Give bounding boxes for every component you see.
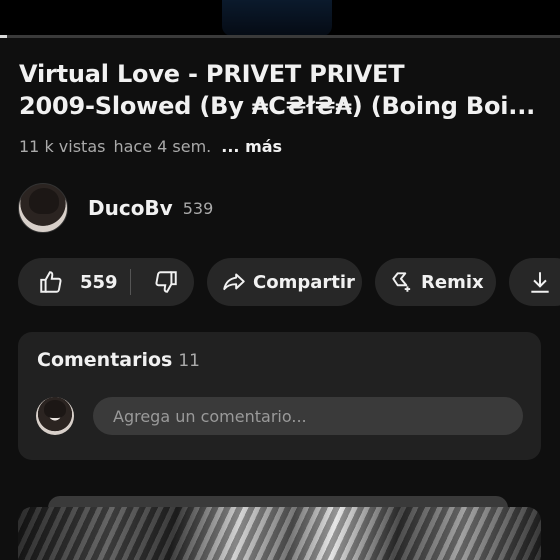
video-frame <box>222 0 332 36</box>
video-meta[interactable]: 11 k vistas hace 4 sem. ... más <box>19 134 282 158</box>
video-progress-played <box>0 35 7 38</box>
like-divider <box>130 269 131 295</box>
channel-avatar[interactable] <box>18 183 68 233</box>
video-title-line-2: 2009-Slowed (By ₳C₴ł₴₳) (Boing Boi... <box>19 92 536 120</box>
remix-icon <box>392 272 411 292</box>
user-avatar <box>36 397 74 435</box>
channel-row[interactable]: DucoBv 539 <box>18 182 213 234</box>
share-arrow-icon <box>223 273 245 291</box>
video-title[interactable]: Virtual Love - PRIVET PRIVET 2009-Slowed… <box>19 58 549 122</box>
remix-label: Remix <box>421 271 484 293</box>
dislike-button[interactable] <box>142 258 190 306</box>
comments-title: Comentarios <box>37 349 173 371</box>
comments-heading: Comentarios 11 <box>37 349 200 371</box>
download-button[interactable] <box>509 258 560 306</box>
view-count: 11 k vistas <box>19 136 106 156</box>
more-link[interactable]: ... más <box>221 137 282 156</box>
like-dislike-pill: 559 <box>18 258 194 306</box>
like-button[interactable]: 559 <box>18 258 118 306</box>
share-label: Compartir <box>253 271 355 293</box>
thumbs-down-icon <box>155 271 177 293</box>
video-player-bottom[interactable] <box>0 0 560 36</box>
next-video-thumbnail[interactable] <box>18 507 541 560</box>
comment-input[interactable] <box>93 397 523 435</box>
subscriber-count: 539 <box>182 198 214 218</box>
share-button[interactable]: Compartir <box>207 258 362 306</box>
comments-count: 11 <box>178 351 200 371</box>
thumbs-up-icon <box>40 271 62 293</box>
comments-section[interactable]: Comentarios 11 <box>18 332 541 460</box>
channel-name[interactable]: DucoBv <box>88 196 173 220</box>
remix-button[interactable]: Remix <box>375 258 496 306</box>
download-icon <box>531 272 549 293</box>
like-count: 559 <box>80 271 118 293</box>
video-progress-bar[interactable] <box>0 35 560 38</box>
video-title-line-1: Virtual Love - PRIVET PRIVET <box>19 60 405 88</box>
publish-date: hace 4 sem. <box>113 136 212 156</box>
